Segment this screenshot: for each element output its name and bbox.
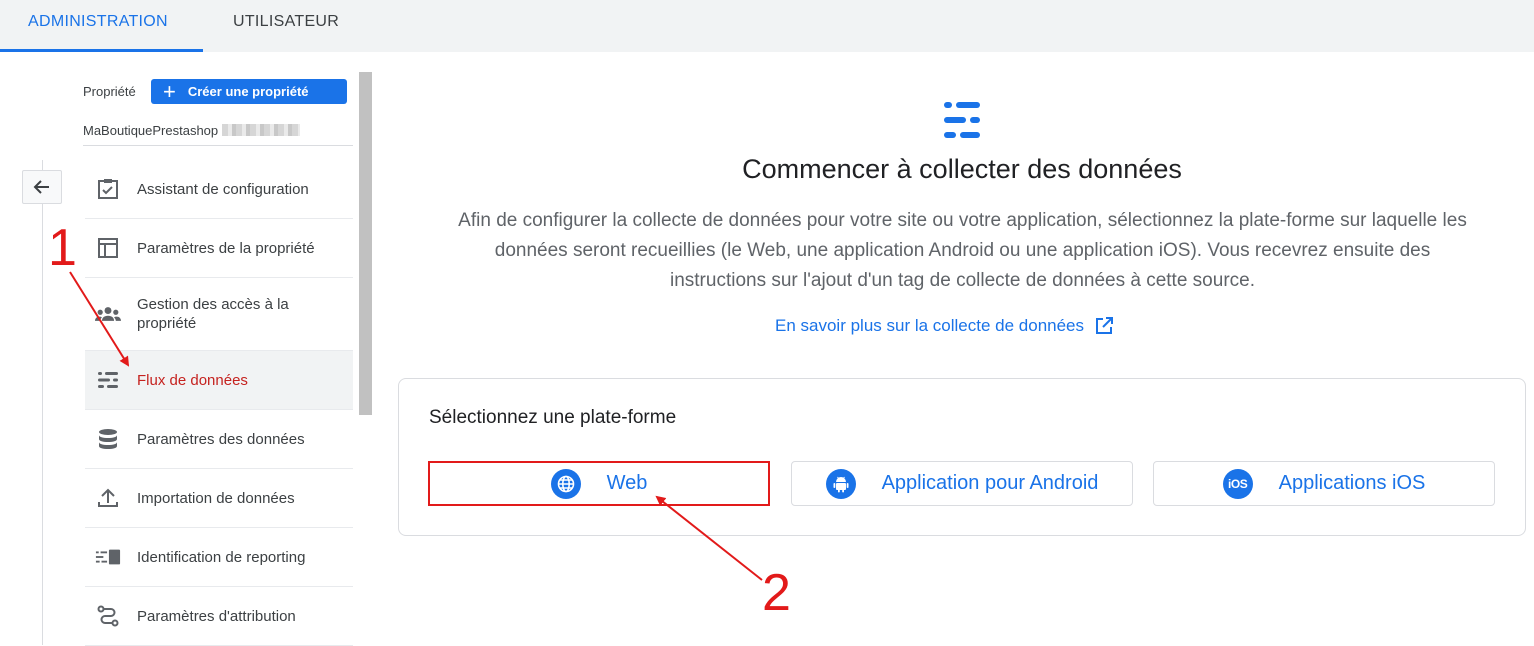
annotation-arrow-two	[655, 495, 763, 581]
annotation-arrows	[69, 271, 763, 581]
annotation-arrow-one	[69, 271, 130, 367]
